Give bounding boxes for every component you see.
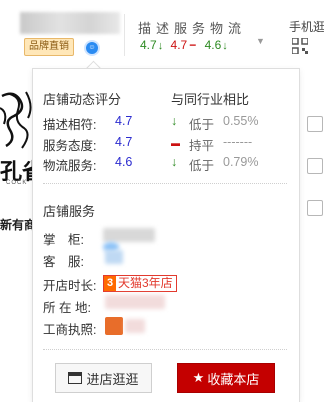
business-license-label: 工商执照:	[43, 323, 97, 337]
flat-dash-icon: ▬	[171, 138, 180, 148]
score-summary[interactable]: 4.7↓ 4.7− 4.6↓	[140, 38, 232, 52]
rating-row-description: 描述相符: 4.7 ↓ 低于 0.55%	[43, 114, 293, 132]
brand-logo-subtext: COCK	[6, 180, 28, 186]
compare-text: 低于	[189, 159, 215, 173]
brand-direct-badge: 品牌直销	[24, 38, 74, 56]
divider	[124, 14, 125, 56]
license-blurred	[125, 319, 145, 333]
rating-value: 4.6	[115, 155, 133, 169]
rating-value: 4.7	[115, 135, 133, 149]
shopkeeper-name-blurred[interactable]	[103, 228, 155, 242]
license-icon[interactable]	[105, 317, 123, 335]
wangwang-chat-icon[interactable]: ☺	[86, 42, 98, 54]
score-labels: 描述服务物流	[138, 21, 247, 36]
location-blurred	[105, 295, 165, 309]
arrow-down-icon: ↓	[157, 40, 164, 52]
shop-name-blurred[interactable]	[20, 12, 120, 34]
shopkeeper-label: 掌 柜:	[43, 233, 84, 247]
industry-compare-title: 与同行业相比	[171, 92, 250, 107]
compare-text: 低于	[189, 118, 215, 132]
location-label: 所 在 地:	[43, 301, 91, 315]
arrow-down-icon: ↓	[171, 114, 178, 128]
arrow-down-icon: ↓	[171, 155, 178, 169]
list-icon[interactable]	[307, 158, 323, 174]
new-products-link[interactable]: 新有商	[0, 216, 36, 233]
shop-service-title: 店铺服务	[43, 204, 96, 219]
compare-percent: 0.55%	[223, 114, 259, 128]
compare-percent: 0.79%	[223, 155, 259, 169]
favorite-shop-button[interactable]: ★ 收藏本店	[177, 363, 275, 393]
menu-icon[interactable]	[307, 200, 323, 216]
dynamic-rating-title: 店铺动态评分	[43, 92, 122, 107]
enter-shop-label: 进店逛逛	[86, 371, 139, 387]
service-score: 4.7	[170, 38, 188, 52]
customer-service-label: 客 服:	[43, 255, 84, 269]
tmall-years-text: 天猫3年店	[118, 276, 173, 290]
tmall-years-badge: 3 天猫3年店	[103, 275, 177, 292]
rating-row-service: 服务态度: 4.7 ▬ 持平 -------	[43, 135, 293, 153]
enter-shop-button[interactable]: 进店逛逛	[55, 363, 152, 393]
mobile-browse-link[interactable]: 手机逛	[289, 18, 324, 35]
divider	[43, 183, 287, 184]
rating-label: 描述相符:	[43, 118, 97, 132]
logistics-score: 4.6	[204, 38, 222, 52]
shop-info-popover: 店铺动态评分 与同行业相比 描述相符: 4.7 ↓ 低于 0.55% 服务态度:…	[32, 68, 300, 402]
divider	[43, 349, 287, 350]
customer-service-icon[interactable]	[105, 250, 123, 264]
bag-icon[interactable]	[307, 116, 323, 132]
qr-code-icon[interactable]	[292, 38, 308, 54]
favorite-shop-label: 收藏本店	[207, 371, 260, 387]
rating-value: 4.7	[115, 114, 133, 128]
open-duration-label: 开店时长:	[43, 279, 97, 293]
star-icon: ★	[192, 370, 205, 385]
triangle-down-icon[interactable]: ▼	[256, 36, 265, 46]
rating-label: 服务态度:	[43, 139, 97, 153]
rating-row-logistics: 物流服务: 4.6 ↓ 低于 0.79%	[43, 155, 293, 173]
shop-header: 品牌直销 ☺ 描述服务物流 4.7↓ 4.7− 4.6↓ ▼ 手机逛	[0, 0, 324, 68]
rating-label: 物流服务:	[43, 159, 97, 173]
compare-text: 持平	[189, 139, 215, 153]
brand-logo-graphic	[0, 91, 32, 149]
arrow-down-icon: ↓	[222, 40, 228, 52]
compare-percent: -------	[223, 135, 253, 149]
flat-dash-icon: −	[189, 38, 197, 52]
right-side-icons	[301, 92, 324, 242]
desc-score: 4.7	[140, 38, 157, 52]
tmall-years-number: 3	[104, 276, 116, 291]
storefront-icon	[68, 372, 83, 384]
